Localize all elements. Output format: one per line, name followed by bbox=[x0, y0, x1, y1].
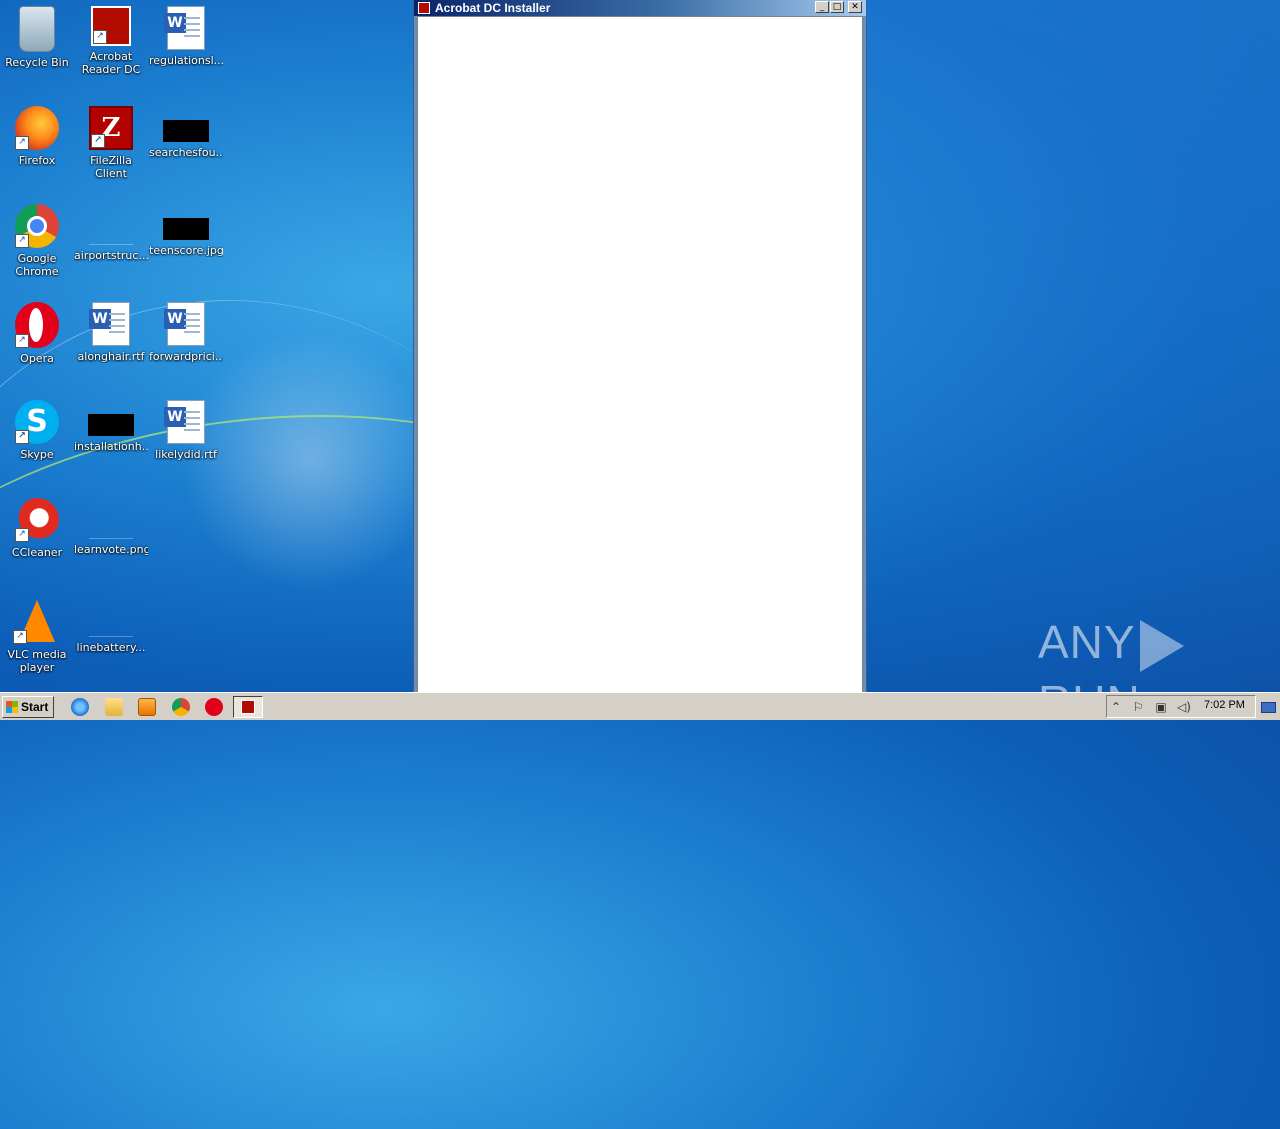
shortcut-arrow-icon: ↗ bbox=[13, 630, 27, 644]
desktop-icon-label: forwardprici... bbox=[149, 350, 223, 363]
word-document-icon: W bbox=[164, 6, 205, 50]
desktop-icon-label: FileZilla Client bbox=[90, 154, 132, 180]
desktop-icon-teenscore[interactable]: teenscore.jpg bbox=[149, 204, 223, 257]
firefox-icon: ↗ bbox=[15, 106, 59, 150]
desktop-icon-ccleaner[interactable]: ↗ CCleaner bbox=[0, 498, 74, 559]
ccleaner-icon: ↗ bbox=[15, 498, 59, 542]
taskbar-clock[interactable]: 7:02 PM bbox=[1204, 698, 1245, 712]
blank-file-icon bbox=[89, 614, 133, 637]
desktop-icon-label: Opera bbox=[20, 352, 54, 365]
desktop-icon-label: linebattery... bbox=[76, 641, 146, 654]
desktop-icon-learnvote[interactable]: learnvote.png bbox=[74, 498, 148, 556]
desktop-icon-label: installationh... bbox=[74, 440, 148, 453]
shortcut-arrow-icon: ↗ bbox=[15, 334, 29, 348]
tray-expand-icon[interactable]: ⌃ bbox=[1109, 700, 1123, 714]
close-button[interactable]: ✕ bbox=[848, 1, 862, 13]
recycle-bin-icon bbox=[19, 6, 55, 52]
desktop-icon-firefox[interactable]: ↗ Firefox bbox=[0, 106, 74, 167]
image-thumbnail-icon bbox=[88, 414, 134, 436]
skype-icon: S ↗ bbox=[15, 400, 59, 444]
chrome-icon: ↗ bbox=[15, 204, 59, 248]
acrobat-icon: ↗ bbox=[91, 6, 131, 46]
vlc-icon: ↗ bbox=[13, 596, 61, 644]
media-player-icon[interactable] bbox=[138, 698, 156, 716]
opera-icon[interactable] bbox=[205, 698, 223, 716]
minimize-button[interactable]: _ bbox=[815, 1, 829, 13]
opera-icon: ↗ bbox=[15, 302, 59, 348]
desktop-icon-label: alonghair.rtf bbox=[77, 350, 145, 363]
maximize-button[interactable]: □ bbox=[830, 1, 844, 13]
action-center-flag-icon[interactable]: ⚐ bbox=[1131, 700, 1145, 714]
desktop-icon-airportstruc[interactable]: airportstruc... bbox=[74, 204, 148, 262]
taskbar: Start ⌃ ⚐ ▣ ◁) 7:02 PM bbox=[0, 692, 1280, 720]
network-icon[interactable]: ▣ bbox=[1154, 700, 1168, 714]
desktop-icon-label: VLC media player bbox=[7, 648, 67, 674]
shortcut-arrow-icon: ↗ bbox=[15, 430, 29, 444]
desktop-icon-installationh[interactable]: installationh... bbox=[74, 400, 148, 453]
window-title: Acrobat DC Installer bbox=[435, 1, 551, 15]
desktop-icon-recycle-bin[interactable]: Recycle Bin bbox=[0, 6, 74, 69]
desktop-icon-label: likelydid.rtf bbox=[155, 448, 217, 461]
word-document-icon: W bbox=[164, 400, 205, 444]
blank-file-icon bbox=[89, 516, 133, 539]
desktop-icon-label: Skype bbox=[20, 448, 54, 461]
image-thumbnail-icon bbox=[163, 218, 209, 240]
watermark-left-text: ANY bbox=[1038, 616, 1136, 668]
desktop-icon-opera[interactable]: ↗ Opera bbox=[0, 302, 74, 365]
desktop-icon-chrome[interactable]: ↗ Google Chrome bbox=[0, 204, 74, 278]
acrobat-icon bbox=[241, 700, 255, 714]
start-label: Start bbox=[21, 700, 49, 714]
desktop-icon-label: Google Chrome bbox=[15, 252, 59, 278]
installer-window: Acrobat DC Installer _ □ ✕ bbox=[413, 0, 867, 694]
shortcut-arrow-icon: ↗ bbox=[15, 234, 29, 248]
desktop-icon-skype[interactable]: S ↗ Skype bbox=[0, 400, 74, 461]
blank-file-icon bbox=[89, 222, 133, 245]
desktop-icon-forwardprici[interactable]: W forwardprici... bbox=[149, 302, 223, 363]
window-content-area bbox=[417, 16, 863, 693]
taskbar-item-acrobat-installer[interactable] bbox=[233, 696, 263, 718]
desktop-icon-regulations[interactable]: W regulationsl... bbox=[149, 6, 223, 67]
desktop-icon-searchesfou[interactable]: searchesfou... bbox=[149, 106, 223, 159]
shortcut-arrow-icon: ↗ bbox=[15, 136, 29, 150]
internet-explorer-icon[interactable] bbox=[71, 698, 89, 716]
image-thumbnail-icon bbox=[163, 120, 209, 142]
shortcut-arrow-icon: ↗ bbox=[91, 134, 105, 148]
desktop-icon-label: Acrobat Reader DC bbox=[81, 50, 141, 76]
volume-icon[interactable]: ◁) bbox=[1177, 700, 1191, 714]
chrome-icon[interactable] bbox=[172, 698, 190, 716]
window-titlebar[interactable]: Acrobat DC Installer _ □ ✕ bbox=[414, 0, 866, 16]
word-document-icon: W bbox=[164, 302, 205, 346]
desktop-icon-alonghair[interactable]: W alonghair.rtf bbox=[74, 302, 148, 363]
desktop-icon-label: Recycle Bin bbox=[5, 56, 69, 69]
shortcut-arrow-icon: ↗ bbox=[93, 30, 107, 44]
desktop-icon-likelydid[interactable]: W likelydid.rtf bbox=[149, 400, 223, 461]
start-button[interactable]: Start bbox=[2, 696, 54, 718]
desktop-icon-label: airportstruc... bbox=[74, 249, 148, 262]
desktop-icon-vlc[interactable]: ↗ VLC media player bbox=[0, 596, 74, 674]
desktop-icon-linebattery[interactable]: linebattery... bbox=[74, 596, 148, 654]
desktop-icon-label: CCleaner bbox=[11, 546, 63, 559]
desktop-icon-label: searchesfou... bbox=[149, 146, 223, 159]
show-desktop-icon[interactable] bbox=[1259, 696, 1277, 716]
play-logo-icon bbox=[1139, 619, 1184, 672]
filezilla-icon: Z ↗ bbox=[89, 106, 133, 150]
shortcut-arrow-icon: ↗ bbox=[15, 528, 29, 542]
desktop-icon-filezilla[interactable]: Z ↗ FileZilla Client bbox=[74, 106, 148, 180]
windows-logo-icon bbox=[6, 701, 18, 713]
desktop-icon-label: Firefox bbox=[18, 154, 56, 167]
desktop-icon-label: regulationsl... bbox=[149, 54, 223, 67]
desktop-icon-acrobat-reader[interactable]: ↗ Acrobat Reader DC bbox=[74, 6, 148, 76]
desktop-icon-label: teenscore.jpg bbox=[149, 244, 223, 257]
desktop-icon-label: learnvote.png bbox=[74, 543, 148, 556]
file-explorer-icon[interactable] bbox=[105, 698, 123, 716]
word-document-icon: W bbox=[89, 302, 130, 346]
acrobat-icon bbox=[418, 2, 430, 14]
